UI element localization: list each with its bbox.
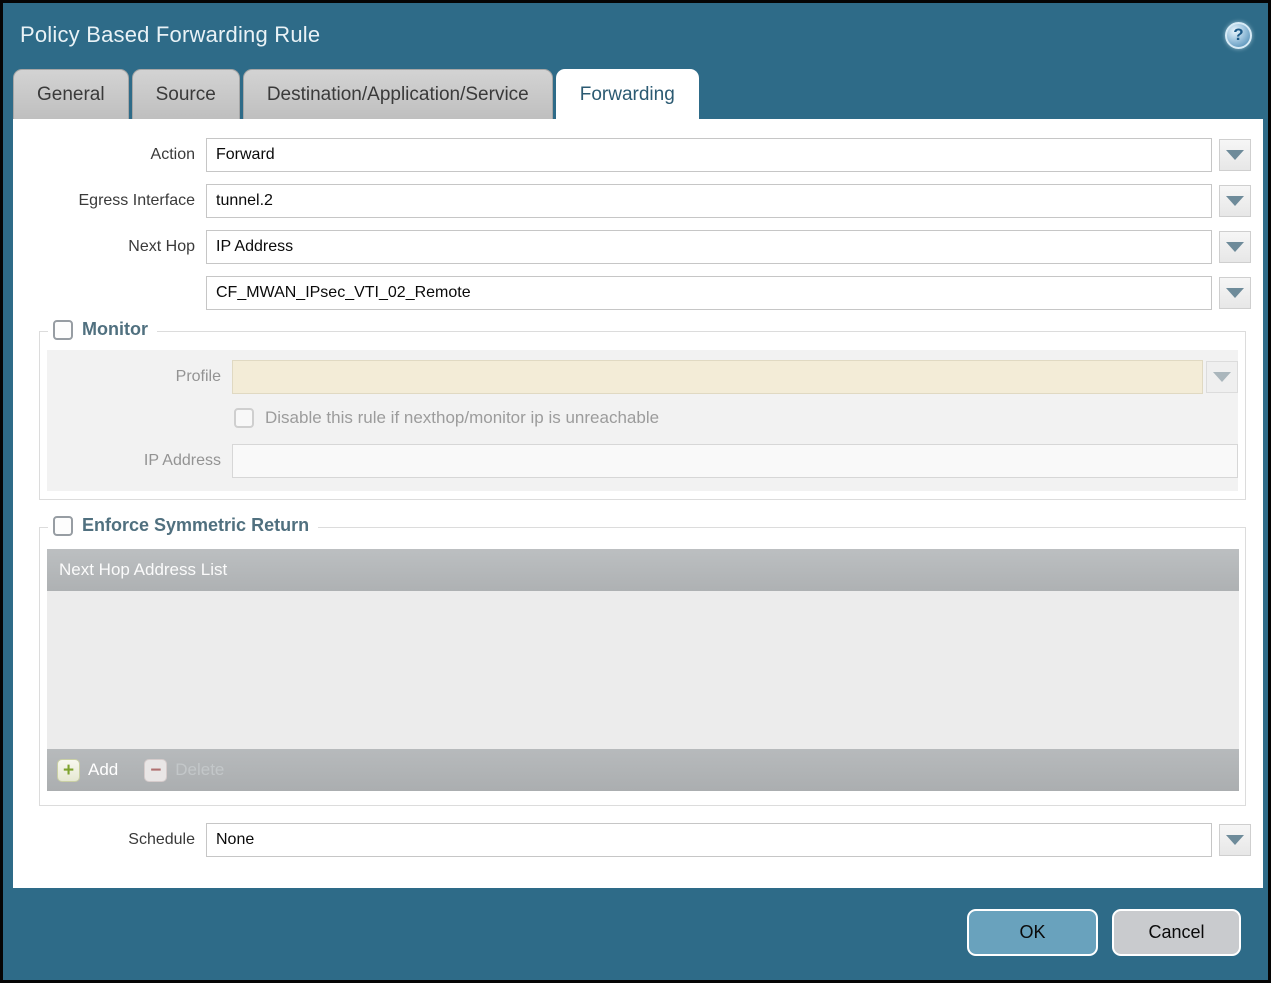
chevron-down-icon	[1226, 835, 1244, 845]
dialog-title: Policy Based Forwarding Rule	[20, 22, 320, 48]
profile-row: Profile	[47, 360, 1238, 394]
delete-button-label: Delete	[175, 760, 224, 780]
plus-icon: +	[57, 759, 80, 782]
next-hop-dropdown-button[interactable]	[1219, 231, 1251, 263]
schedule-row: Schedule None	[13, 823, 1263, 857]
enforce-symmetric-return-legend-label: Enforce Symmetric Return	[82, 515, 309, 536]
cancel-button[interactable]: Cancel	[1112, 909, 1241, 956]
chevron-down-icon	[1226, 196, 1244, 206]
tab-destination-application-service[interactable]: Destination/Application/Service	[243, 69, 553, 119]
minus-icon: −	[144, 759, 167, 782]
delete-button: − Delete	[144, 759, 224, 782]
disable-rule-label: Disable this rule if nexthop/monitor ip …	[265, 408, 659, 428]
ok-button[interactable]: OK	[967, 909, 1098, 956]
next-hop-address-table-header: Next Hop Address List	[47, 549, 1239, 591]
tab-general[interactable]: General	[13, 69, 129, 119]
add-button[interactable]: + Add	[57, 759, 118, 782]
next-hop-address-table: Next Hop Address List + Add − Delete	[47, 549, 1239, 791]
schedule-dropdown-button[interactable]	[1219, 824, 1251, 856]
tab-source[interactable]: Source	[132, 69, 240, 119]
egress-interface-select[interactable]: tunnel.2	[206, 184, 1212, 218]
profile-select	[232, 360, 1203, 394]
monitor-disabled-panel: Profile Disable this rule if nexthop/mon…	[47, 350, 1238, 491]
next-hop-row: Next Hop IP Address	[13, 230, 1263, 264]
egress-interface-dropdown-button[interactable]	[1219, 185, 1251, 217]
tab-forwarding[interactable]: Forwarding	[556, 69, 699, 119]
profile-label: Profile	[47, 368, 221, 386]
profile-dropdown-button	[1206, 361, 1238, 393]
add-button-label: Add	[88, 760, 118, 780]
monitor-ip-address-input	[232, 444, 1238, 478]
egress-interface-label: Egress Interface	[13, 192, 195, 210]
next-hop-address-table-body[interactable]	[47, 591, 1239, 749]
egress-interface-row: Egress Interface tunnel.2	[13, 184, 1263, 218]
enforce-symmetric-return-fieldset: Enforce Symmetric Return Next Hop Addres…	[39, 527, 1246, 806]
next-hop-label: Next Hop	[13, 238, 195, 256]
policy-based-forwarding-dialog: Policy Based Forwarding Rule ? General S…	[0, 0, 1271, 983]
dialog-titlebar: Policy Based Forwarding Rule ?	[3, 3, 1268, 67]
tab-strip: General Source Destination/Application/S…	[3, 67, 1268, 119]
monitor-checkbox[interactable]	[53, 320, 73, 340]
disable-rule-row: Disable this rule if nexthop/monitor ip …	[234, 408, 1238, 428]
forwarding-tab-panel: Action Forward Egress Interface tunnel.2…	[13, 119, 1263, 888]
chevron-down-icon	[1226, 242, 1244, 252]
next-hop-address-row: CF_MWAN_IPsec_VTI_02_Remote	[13, 276, 1263, 310]
action-dropdown-button[interactable]	[1219, 139, 1251, 171]
next-hop-address-table-toolbar: + Add − Delete	[47, 749, 1239, 791]
help-icon[interactable]: ?	[1225, 22, 1252, 49]
enforce-symmetric-return-checkbox[interactable]	[53, 516, 73, 536]
next-hop-type-select[interactable]: IP Address	[206, 230, 1212, 264]
disable-rule-checkbox	[234, 408, 254, 428]
next-hop-address-dropdown-button[interactable]	[1219, 277, 1251, 309]
schedule-select[interactable]: None	[206, 823, 1212, 857]
action-select[interactable]: Forward	[206, 138, 1212, 172]
monitor-legend: Monitor	[48, 319, 157, 340]
schedule-label: Schedule	[13, 831, 195, 849]
action-row: Action Forward	[13, 138, 1263, 172]
chevron-down-icon	[1226, 150, 1244, 160]
enforce-symmetric-return-legend: Enforce Symmetric Return	[48, 515, 318, 536]
chevron-down-icon	[1226, 288, 1244, 298]
monitor-ip-address-label: IP Address	[47, 452, 221, 470]
monitor-legend-label: Monitor	[82, 319, 148, 340]
chevron-down-icon	[1213, 372, 1231, 382]
monitor-fieldset: Monitor Profile Disable this rule if nex…	[39, 331, 1246, 500]
action-label: Action	[13, 146, 195, 164]
monitor-ip-address-row: IP Address	[47, 444, 1238, 478]
dialog-footer: OK Cancel	[3, 888, 1268, 977]
next-hop-address-input[interactable]: CF_MWAN_IPsec_VTI_02_Remote	[206, 276, 1212, 310]
